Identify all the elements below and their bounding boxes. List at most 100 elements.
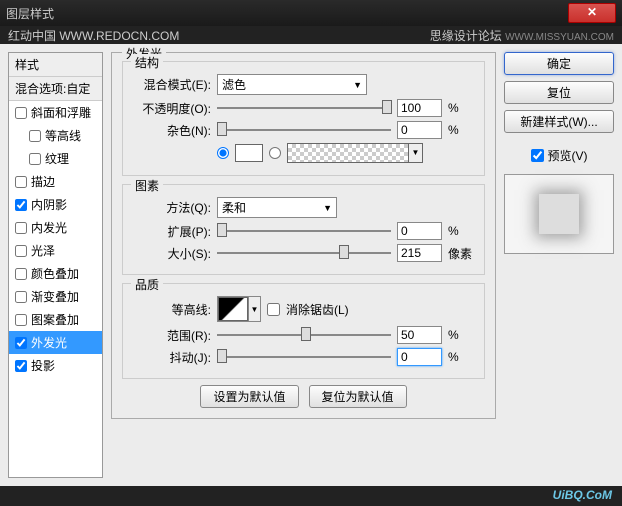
preview-checkbox[interactable] (531, 149, 544, 162)
style-item-7[interactable]: 颜色叠加 (9, 262, 102, 285)
style-label: 投影 (31, 357, 55, 374)
size-unit: 像素 (448, 245, 476, 262)
sub-bar: 红动中国 WWW.REDOCN.COM 思缘设计论坛 WWW.MISSYUAN.… (0, 26, 622, 44)
opacity-unit: % (448, 101, 476, 115)
reset-default-button[interactable]: 复位为默认值 (309, 385, 407, 408)
style-label: 光泽 (31, 242, 55, 259)
style-checkbox[interactable] (15, 245, 27, 257)
opacity-slider[interactable] (217, 100, 391, 116)
elements-group: 图素 方法(Q): 柔和 ▼ 扩展(P): % 大小(S): (122, 184, 485, 275)
style-checkbox[interactable] (29, 153, 41, 165)
style-checkbox[interactable] (15, 268, 27, 280)
style-label: 颜色叠加 (31, 265, 79, 282)
style-label: 纹理 (45, 150, 69, 167)
opacity-input[interactable] (397, 99, 442, 117)
style-item-10[interactable]: 外发光 (9, 331, 102, 354)
chevron-down-icon[interactable]: ▼ (248, 297, 260, 321)
style-item-5[interactable]: 内发光 (9, 216, 102, 239)
spread-input[interactable] (397, 222, 442, 240)
jitter-input[interactable] (397, 348, 442, 366)
style-item-9[interactable]: 图案叠加 (9, 308, 102, 331)
jitter-unit: % (448, 350, 476, 364)
dialog-body: 样式 混合选项:自定 斜面和浮雕等高线纹理描边内阴影内发光光泽颜色叠加渐变叠加图… (0, 44, 622, 486)
style-label: 图案叠加 (31, 311, 79, 328)
style-label: 外发光 (31, 334, 67, 351)
style-checkbox[interactable] (15, 360, 27, 372)
size-input[interactable] (397, 244, 442, 262)
color-radio[interactable] (217, 147, 229, 159)
gradient-swatch[interactable] (288, 144, 408, 162)
style-label: 内发光 (31, 219, 67, 236)
structure-group: 结构 混合模式(E): 滤色 ▼ 不透明度(O): % 杂色(N): (122, 61, 485, 176)
noise-unit: % (448, 123, 476, 137)
technique-select[interactable]: 柔和 ▼ (217, 197, 337, 218)
gradient-dropdown-icon[interactable]: ▼ (408, 144, 422, 162)
jitter-label: 抖动(J): (131, 349, 211, 366)
watermark-left: 红动中国 WWW.REDOCN.COM (8, 27, 179, 44)
range-label: 范围(R): (131, 327, 211, 344)
range-unit: % (448, 328, 476, 342)
noise-input[interactable] (397, 121, 442, 139)
style-checkbox[interactable] (15, 199, 27, 211)
style-label: 渐变叠加 (31, 288, 79, 305)
noise-slider[interactable] (217, 122, 391, 138)
technique-label: 方法(Q): (131, 199, 211, 216)
style-item-8[interactable]: 渐变叠加 (9, 285, 102, 308)
style-item-11[interactable]: 投影 (9, 354, 102, 377)
chevron-down-icon: ▼ (323, 203, 332, 213)
blend-mode-select[interactable]: 滤色 ▼ (217, 74, 367, 95)
footer-brand: UiBQ.CoM (553, 488, 612, 502)
range-slider[interactable] (217, 327, 391, 343)
style-checkbox[interactable] (15, 291, 27, 303)
defaults-row: 设置为默认值 复位为默认值 (122, 385, 485, 408)
contour-picker[interactable]: ▼ (217, 296, 261, 322)
size-slider[interactable] (217, 245, 391, 261)
spread-slider[interactable] (217, 223, 391, 239)
style-checkbox[interactable] (15, 176, 27, 188)
style-item-0[interactable]: 斜面和浮雕 (9, 101, 102, 124)
style-checkbox[interactable] (15, 337, 27, 349)
anti-alias-checkbox[interactable] (267, 303, 280, 316)
contour-label: 等高线: (131, 301, 211, 318)
style-label: 描边 (31, 173, 55, 190)
make-default-button[interactable]: 设置为默认值 (200, 385, 298, 408)
chevron-down-icon: ▼ (353, 80, 362, 90)
style-checkbox[interactable] (15, 107, 27, 119)
preview-box (504, 174, 614, 254)
range-input[interactable] (397, 326, 442, 344)
structure-legend: 结构 (131, 54, 163, 71)
spread-unit: % (448, 224, 476, 238)
spread-label: 扩展(P): (131, 223, 211, 240)
style-checkbox[interactable] (15, 314, 27, 326)
elements-legend: 图素 (131, 177, 163, 194)
outer-glow-panel: 外发光 结构 混合模式(E): 滤色 ▼ 不透明度(O): % (111, 52, 496, 419)
style-item-4[interactable]: 内阴影 (9, 193, 102, 216)
blend-mode-label: 混合模式(E): (131, 76, 211, 93)
preview-label: 预览(V) (548, 147, 588, 164)
style-checkbox[interactable] (15, 222, 27, 234)
style-item-1[interactable]: 等高线 (9, 124, 102, 147)
quality-group: 品质 等高线: ▼ 消除锯齿(L) 范围(R): % (122, 283, 485, 379)
style-label: 斜面和浮雕 (31, 104, 91, 121)
color-swatch[interactable] (235, 144, 263, 162)
new-style-button[interactable]: 新建样式(W)... (504, 110, 614, 133)
footer-bar: UiBQ.CoM (0, 486, 622, 506)
sidebar-header[interactable]: 样式 (9, 53, 102, 77)
quality-legend: 品质 (131, 276, 163, 293)
sidebar-blending-options[interactable]: 混合选项:自定 (9, 77, 102, 101)
jitter-slider[interactable] (217, 349, 391, 365)
style-item-2[interactable]: 纹理 (9, 147, 102, 170)
cancel-button[interactable]: 复位 (504, 81, 614, 104)
ok-button[interactable]: 确定 (504, 52, 614, 75)
contour-swatch (218, 297, 248, 321)
style-label: 等高线 (45, 127, 81, 144)
style-item-6[interactable]: 光泽 (9, 239, 102, 262)
style-item-3[interactable]: 描边 (9, 170, 102, 193)
size-label: 大小(S): (131, 245, 211, 262)
close-button[interactable]: ✕ (568, 3, 616, 23)
gradient-radio[interactable] (269, 147, 281, 159)
watermark-right: 思缘设计论坛 WWW.MISSYUAN.COM (430, 27, 614, 44)
style-label: 内阴影 (31, 196, 67, 213)
title-bar: 图层样式 ✕ (0, 0, 622, 26)
style-checkbox[interactable] (29, 130, 41, 142)
